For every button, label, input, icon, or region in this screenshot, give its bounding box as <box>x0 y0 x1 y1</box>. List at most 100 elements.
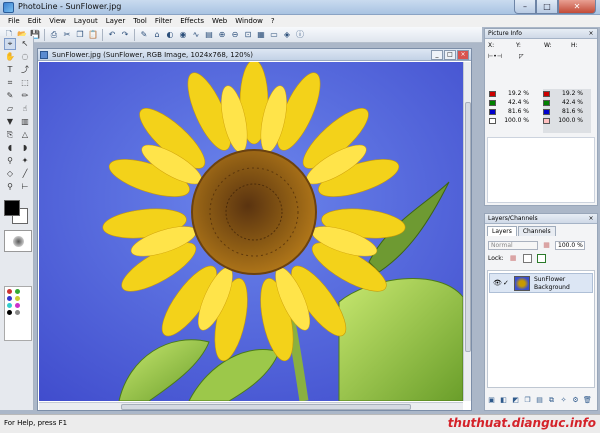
menu-filter[interactable]: Filter <box>151 15 176 27</box>
zoom-in-icon[interactable]: ⊕ <box>216 29 228 41</box>
horizontal-scrollbar[interactable] <box>39 402 463 410</box>
blue-dot-icon[interactable] <box>7 296 12 301</box>
black-dot-icon[interactable] <box>7 310 12 315</box>
menu-layer[interactable]: Layer <box>102 15 130 27</box>
zoom-fit-icon[interactable]: ⊡ <box>242 29 254 41</box>
doc-close-button[interactable]: × <box>457 50 469 60</box>
check-icon[interactable]: ✓ <box>503 279 509 287</box>
gray-dot-icon[interactable] <box>15 310 20 315</box>
magenta-dot-icon[interactable] <box>15 303 20 308</box>
green-dot-icon[interactable] <box>15 289 20 294</box>
window-icon[interactable]: ▭ <box>268 29 280 41</box>
magic-wand-tool-icon[interactable]: ✦ <box>19 155 31 167</box>
lock-all-checkbox[interactable] <box>536 254 546 263</box>
menu-effects[interactable]: Effects <box>176 15 208 27</box>
color-swatches[interactable] <box>4 200 32 228</box>
levels-icon[interactable]: ▤ <box>203 29 215 41</box>
layer-group-icon[interactable]: ▤ <box>535 396 544 405</box>
redo-icon[interactable]: ↷ <box>119 29 131 41</box>
yellow-dot-icon[interactable] <box>15 296 20 301</box>
vertical-scroll-thumb[interactable] <box>465 102 471 352</box>
clone-tool-icon[interactable]: ⎘ <box>4 129 16 141</box>
horizontal-scroll-thumb[interactable] <box>121 404 411 410</box>
doc-minimize-button[interactable]: _ <box>431 50 443 60</box>
path-tool-icon[interactable]: ⤴ <box>19 64 31 76</box>
dodge-tool-icon[interactable]: ◖ <box>4 142 16 154</box>
line-tool-icon[interactable]: ╱ <box>19 168 31 180</box>
lasso-tool-icon[interactable]: ◌ <box>19 51 31 63</box>
merge-layer-icon[interactable]: ⧉ <box>547 396 556 405</box>
gradient-tool-icon[interactable]: ▥ <box>19 116 31 128</box>
move-tool-icon[interactable]: ⌖ <box>4 38 16 50</box>
minimize-button[interactable]: – <box>514 0 536 14</box>
duplicate-layer-icon[interactable]: ❐ <box>523 396 532 405</box>
burn-tool-icon[interactable]: ◗ <box>19 142 31 154</box>
adjust-icon[interactable]: ◐ <box>164 29 176 41</box>
copy-icon[interactable]: ❐ <box>74 29 86 41</box>
print-icon[interactable]: ⎙ <box>48 29 60 41</box>
curves-icon[interactable]: ∿ <box>190 29 202 41</box>
layer-type: Background <box>534 284 570 291</box>
shape-tool-icon[interactable]: ◇ <box>4 168 16 180</box>
blend-mode-select[interactable]: Normal <box>488 241 538 250</box>
zoom-tool-icon[interactable]: ⚲ <box>4 181 16 193</box>
eye-icon[interactable]: 👁 <box>493 279 502 287</box>
menu-view[interactable]: View <box>45 15 70 27</box>
smudge-tool-icon[interactable]: ☝ <box>19 103 31 115</box>
undo-icon[interactable]: ↶ <box>106 29 118 41</box>
lock-position-checkbox[interactable] <box>522 254 532 263</box>
sharpen-tool-icon[interactable]: △ <box>19 129 31 141</box>
menu-layout[interactable]: Layout <box>70 15 102 27</box>
menu-edit[interactable]: Edit <box>24 15 46 27</box>
menu-help[interactable]: ? <box>267 15 279 27</box>
brush-preview[interactable] <box>4 230 32 252</box>
cut-icon[interactable]: ✂ <box>61 29 73 41</box>
menu-file[interactable]: File <box>4 15 24 27</box>
close-button[interactable]: ✕ <box>558 0 596 14</box>
fill-tool-icon[interactable]: ▼ <box>4 116 16 128</box>
grid-icon[interactable]: ▦ <box>255 29 267 41</box>
vertical-scrollbar[interactable] <box>463 62 471 401</box>
right-color-values: 19.2 % 42.4 % 81.6 % 100.0 % <box>543 89 591 133</box>
cyan-dot-icon[interactable] <box>7 303 12 308</box>
layer-mask-icon[interactable]: ◧ <box>499 396 508 405</box>
layer-thumbnail <box>514 276 530 291</box>
measure-tool-icon[interactable]: ⊢ <box>19 181 31 193</box>
red-dot-icon[interactable] <box>7 289 12 294</box>
menu-tool[interactable]: Tool <box>129 15 151 27</box>
layer-row[interactable]: 👁 ✓ SunFlower Background <box>489 273 593 293</box>
tab-layers[interactable]: Layers <box>487 226 517 236</box>
arrow-tool-icon[interactable]: ↖ <box>19 38 31 50</box>
lock-transparency-icon[interactable]: ▦ <box>509 254 518 263</box>
paste-icon[interactable]: 📋 <box>87 29 99 41</box>
tab-channels[interactable]: Channels <box>517 226 556 236</box>
color-icon[interactable]: ◉ <box>177 29 189 41</box>
stamp-icon[interactable]: ⌂ <box>151 29 163 41</box>
eyedropper-tool-icon[interactable]: ⚲ <box>4 155 16 167</box>
maximize-button[interactable]: □ <box>536 0 558 14</box>
text-tool-icon[interactable]: T <box>4 64 16 76</box>
menu-web[interactable]: Web <box>208 15 231 27</box>
image-canvas[interactable] <box>39 62 463 401</box>
info-icon[interactable]: ⓘ <box>294 29 306 41</box>
brush-icon[interactable]: ✎ <box>138 29 150 41</box>
hand-tool-icon[interactable]: ✋ <box>4 51 16 63</box>
layers-close-button[interactable]: × <box>587 215 595 223</box>
picture-info-close-button[interactable]: × <box>587 30 595 38</box>
crop-tool-icon[interactable]: ⌗ <box>4 77 16 89</box>
layer-properties-icon[interactable]: ⚙ <box>571 396 580 405</box>
select-tool-icon[interactable]: ⬚ <box>19 77 31 89</box>
doc-maximize-button[interactable]: □ <box>444 50 456 60</box>
foreground-color[interactable] <box>4 200 20 216</box>
pencil-tool-icon[interactable]: ✏ <box>19 90 31 102</box>
palette-icon[interactable]: ◈ <box>281 29 293 41</box>
opacity-field[interactable]: 100.0 % <box>555 241 585 250</box>
eraser-tool-icon[interactable]: ▱ <box>4 103 16 115</box>
new-layer-icon[interactable]: ▣ <box>487 396 496 405</box>
zoom-out-icon[interactable]: ⊖ <box>229 29 241 41</box>
menu-window[interactable]: Window <box>231 15 267 27</box>
brush-tool-icon[interactable]: ✎ <box>4 90 16 102</box>
delete-layer-icon[interactable]: 🗑 <box>583 396 592 405</box>
adjust-layer-icon[interactable]: ◩ <box>511 396 520 405</box>
layer-effects-icon[interactable]: ✧ <box>559 396 568 405</box>
